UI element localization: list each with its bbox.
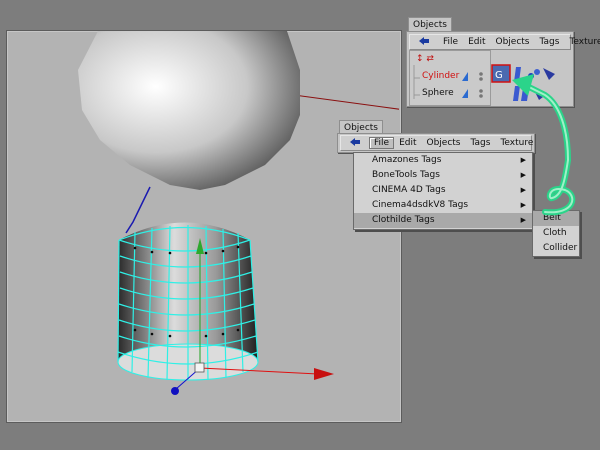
- svg-text:↕ ⇄: ↕ ⇄: [416, 54, 434, 64]
- objects-menubar: File Edit Objects Tags Texture: [340, 135, 533, 151]
- submenu-item-collider[interactable]: Collider: [533, 241, 579, 256]
- texture-tag-icon: [514, 67, 521, 82]
- object-status-icons: [462, 72, 483, 98]
- polygon-object-icon: [462, 89, 468, 98]
- menu-edit[interactable]: Edit: [394, 138, 421, 148]
- clothilde-submenu: Belt Cloth Collider: [532, 210, 580, 257]
- menu-file[interactable]: File: [438, 37, 463, 47]
- render-tag-icon: [543, 68, 555, 80]
- menu-item-cinema4d-tags[interactable]: CINEMA 4D Tags ▶: [354, 183, 532, 198]
- menu-file-active[interactable]: File: [369, 137, 395, 149]
- menu-item-amazones-tags[interactable]: Amazones Tags ▶: [354, 153, 532, 168]
- svg-text:G: G: [495, 70, 503, 81]
- menu-objects[interactable]: Objects: [422, 138, 466, 148]
- phong-tag-icon: [528, 73, 534, 79]
- polygon-object-icon: [462, 72, 468, 81]
- visibility-dot-icon: [479, 72, 483, 76]
- menu-item-clothilde-tags[interactable]: Clothilde Tags ▶: [354, 213, 532, 228]
- nav-arrow-icon[interactable]: [341, 137, 369, 150]
- texture-tag-icon: [513, 86, 520, 101]
- submenu-arrow-icon: ▶: [520, 156, 526, 164]
- submenu-arrow-icon: ▶: [520, 216, 526, 224]
- visibility-dot-icon: [479, 77, 483, 81]
- submenu-arrow-icon: ▶: [520, 201, 526, 209]
- render-tag-icon: [533, 88, 547, 100]
- submenu-arrow-icon: ▶: [520, 171, 526, 179]
- menu-tags[interactable]: Tags: [466, 138, 496, 148]
- submenu-item-cloth[interactable]: Cloth: [533, 226, 579, 241]
- objects-menubar-top: File Edit Objects Tags Texture: [409, 34, 600, 50]
- objects-manager-menu-panel: File Edit Objects Tags Texture: [337, 133, 535, 153]
- file-dropdown-menu: Amazones Tags ▶ BoneTools Tags ▶ CINEMA 4D…: [353, 152, 533, 230]
- menu-item-bonetools-tags[interactable]: BoneTools Tags ▶: [354, 168, 532, 183]
- sphere-object: [78, 31, 300, 190]
- objects-tab-top[interactable]: Objects: [408, 17, 453, 32]
- menu-objects[interactable]: Objects: [491, 37, 535, 47]
- menu-tags[interactable]: Tags: [535, 37, 565, 47]
- object-row-sphere[interactable]: Sphere: [422, 88, 454, 98]
- menu-edit[interactable]: Edit: [463, 37, 490, 47]
- submenu-item-belt[interactable]: Belt: [533, 211, 579, 226]
- tag-icons-area: G: [491, 64, 555, 101]
- visibility-dot-icon: [479, 89, 483, 93]
- hierarchy-area: ↕ ⇄ Cylinder Sphere: [409, 50, 491, 106]
- nav-arrow-icon[interactable]: [410, 36, 438, 49]
- visibility-dot-icon: [479, 94, 483, 98]
- objects-manager-panel: File Edit Objects Tags Texture ↕ ⇄ Cylin…: [406, 31, 600, 107]
- menu-texture[interactable]: Texture: [564, 37, 600, 47]
- menu-item-cinema4dsdk-tags[interactable]: Cinema4dsdkV8 Tags ▶: [354, 198, 532, 213]
- submenu-arrow-icon: ▶: [520, 186, 526, 194]
- object-row-cylinder[interactable]: Cylinder: [422, 71, 459, 81]
- menu-texture[interactable]: Texture: [495, 138, 538, 148]
